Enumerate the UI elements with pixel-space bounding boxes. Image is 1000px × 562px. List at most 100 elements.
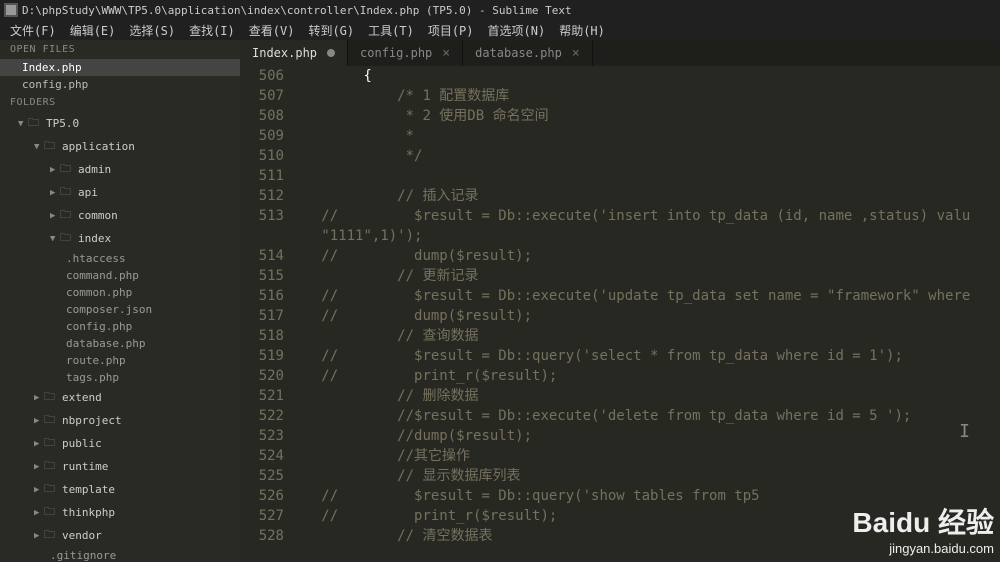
folder-label: index bbox=[78, 232, 111, 245]
file-item[interactable]: command.php bbox=[0, 267, 240, 284]
code-line[interactable] bbox=[296, 166, 1000, 186]
folder-item[interactable]: ▶🗀extend bbox=[0, 386, 240, 409]
menu-item[interactable]: 帮助(H) bbox=[553, 20, 611, 41]
folders-header: FOLDERS bbox=[0, 93, 240, 112]
file-item[interactable]: config.php bbox=[0, 318, 240, 335]
file-item[interactable]: route.php bbox=[0, 352, 240, 369]
code-line[interactable]: // 删除数据 bbox=[296, 386, 1000, 406]
folder-item[interactable]: ▶🗀admin bbox=[0, 158, 240, 181]
code-line[interactable]: // dump($result); bbox=[296, 246, 1000, 266]
arrow-right-icon: ▶ bbox=[34, 462, 44, 472]
code-line[interactable]: // 清空数据表 bbox=[296, 526, 1000, 546]
folder-icon: 🗀 bbox=[44, 137, 58, 156]
line-number: 510 bbox=[240, 146, 284, 166]
menu-item[interactable]: 首选项(N) bbox=[482, 20, 552, 41]
tab[interactable]: config.php× bbox=[348, 40, 463, 66]
code-line[interactable]: * bbox=[296, 126, 1000, 146]
close-icon[interactable]: × bbox=[572, 46, 580, 61]
menu-item[interactable]: 查找(I) bbox=[183, 20, 241, 41]
menu-item[interactable]: 选择(S) bbox=[123, 20, 181, 41]
menu-item[interactable]: 编辑(E) bbox=[64, 20, 122, 41]
code-area[interactable]: 506507508509510511512513 514515516517518… bbox=[240, 66, 1000, 562]
code-line[interactable]: // $result = Db::execute('update tp_data… bbox=[296, 286, 1000, 306]
tab[interactable]: database.php × bbox=[463, 40, 593, 66]
titlebar: D:\phpStudy\WWW\TP5.0\application\index\… bbox=[0, 0, 1000, 20]
folder-item[interactable]: ▼🗀 index bbox=[0, 227, 240, 250]
open-file-item[interactable]: config.php bbox=[0, 76, 240, 93]
folder-label: public bbox=[62, 437, 102, 450]
folder-label: admin bbox=[78, 163, 111, 176]
file-item[interactable]: .htaccess bbox=[0, 250, 240, 267]
line-number: 518 bbox=[240, 326, 284, 346]
tab[interactable]: Index.php bbox=[240, 40, 348, 66]
menubar: 文件(F)编辑(E)选择(S)查找(I)查看(V)转到(G)工具(T)项目(P)… bbox=[0, 20, 1000, 40]
line-number: 526 bbox=[240, 486, 284, 506]
folder-item[interactable]: ▼🗀TP5.0 bbox=[0, 112, 240, 135]
arrow-right-icon: ▶ bbox=[50, 211, 60, 221]
folder-icon: 🗀 bbox=[60, 229, 74, 248]
code-line[interactable]: // 显示数据库列表 bbox=[296, 466, 1000, 486]
line-number: 508 bbox=[240, 106, 284, 126]
open-file-item[interactable]: Index.php bbox=[0, 59, 240, 76]
arrow-down-icon: ▼ bbox=[50, 234, 60, 244]
file-item[interactable]: common.php bbox=[0, 284, 240, 301]
menu-item[interactable]: 文件(F) bbox=[4, 20, 62, 41]
folder-label: application bbox=[62, 140, 135, 153]
folder-item[interactable]: ▶🗀vendor bbox=[0, 524, 240, 547]
menu-item[interactable]: 查看(V) bbox=[243, 20, 301, 41]
code-line[interactable]: //其它操作 bbox=[296, 446, 1000, 466]
code-line[interactable]: // $result = Db::query('show tables from… bbox=[296, 486, 1000, 506]
code-line[interactable]: // print_r($result); bbox=[296, 366, 1000, 386]
folder-item[interactable]: ▶🗀nbproject bbox=[0, 409, 240, 432]
code-line[interactable]: // 查询数据 bbox=[296, 326, 1000, 346]
line-number: 520 bbox=[240, 366, 284, 386]
folder-item[interactable]: ▼🗀 application bbox=[0, 135, 240, 158]
code-line[interactable]: // print_r($result); bbox=[296, 506, 1000, 526]
code-line[interactable]: */ bbox=[296, 146, 1000, 166]
folder-item[interactable]: ▶🗀common bbox=[0, 204, 240, 227]
sidebar: OPEN FILES Index.phpconfig.php FOLDERS ▼… bbox=[0, 40, 240, 562]
code-line[interactable]: // 插入记录 bbox=[296, 186, 1000, 206]
close-icon[interactable]: × bbox=[442, 46, 450, 61]
code-line[interactable]: // $result = Db::query('select * from tp… bbox=[296, 346, 1000, 366]
menu-item[interactable]: 转到(G) bbox=[302, 20, 360, 41]
folder-item[interactable]: ▶🗀runtime bbox=[0, 455, 240, 478]
folder-icon: 🗀 bbox=[44, 480, 58, 499]
code-line[interactable]: /* 1 配置数据库 bbox=[296, 86, 1000, 106]
code-lines[interactable]: { /* 1 配置数据库 * 2 使用DB 命名空间 * */ // 插入记录 … bbox=[296, 66, 1000, 562]
folder-item[interactable]: ▶🗀thinkphp bbox=[0, 501, 240, 524]
line-number: 511 bbox=[240, 166, 284, 186]
code-line[interactable]: // $result = Db::execute('insert into tp… bbox=[296, 206, 1000, 246]
file-item[interactable]: .gitignore bbox=[0, 547, 240, 562]
line-number: 506 bbox=[240, 66, 284, 86]
arrow-right-icon: ▶ bbox=[34, 439, 44, 449]
code-line[interactable]: { bbox=[296, 66, 1000, 86]
code-line[interactable]: //dump($result); bbox=[296, 426, 1000, 446]
window-title: D:\phpStudy\WWW\TP5.0\application\index\… bbox=[22, 4, 572, 17]
code-line[interactable]: // dump($result); bbox=[296, 306, 1000, 326]
menu-item[interactable]: 工具(T) bbox=[362, 20, 420, 41]
folder-label: common bbox=[78, 209, 118, 222]
line-number: 513 bbox=[240, 206, 284, 226]
file-item[interactable]: database.php bbox=[0, 335, 240, 352]
folder-label: extend bbox=[62, 391, 102, 404]
folder-icon: 🗀 bbox=[44, 457, 58, 476]
folder-label: TP5.0 bbox=[46, 117, 79, 130]
arrow-right-icon: ▶ bbox=[50, 165, 60, 175]
menu-item[interactable]: 项目(P) bbox=[422, 20, 480, 41]
arrow-down-icon: ▼ bbox=[34, 142, 44, 152]
folder-label: api bbox=[78, 186, 98, 199]
folder-item[interactable]: ▶🗀api bbox=[0, 181, 240, 204]
code-line[interactable]: // 更新记录 bbox=[296, 266, 1000, 286]
code-line[interactable]: //$result = Db::execute('delete from tp_… bbox=[296, 406, 1000, 426]
file-item[interactable]: tags.php bbox=[0, 369, 240, 386]
arrow-right-icon: ▶ bbox=[34, 416, 44, 426]
folder-item[interactable]: ▶🗀template bbox=[0, 478, 240, 501]
line-number: 516 bbox=[240, 286, 284, 306]
line-number: 528 bbox=[240, 526, 284, 546]
file-item[interactable]: composer.json bbox=[0, 301, 240, 318]
tab-label: database.php bbox=[475, 46, 562, 60]
code-line[interactable]: * 2 使用DB 命名空间 bbox=[296, 106, 1000, 126]
folder-icon: 🗀 bbox=[44, 411, 58, 430]
folder-item[interactable]: ▶🗀public bbox=[0, 432, 240, 455]
